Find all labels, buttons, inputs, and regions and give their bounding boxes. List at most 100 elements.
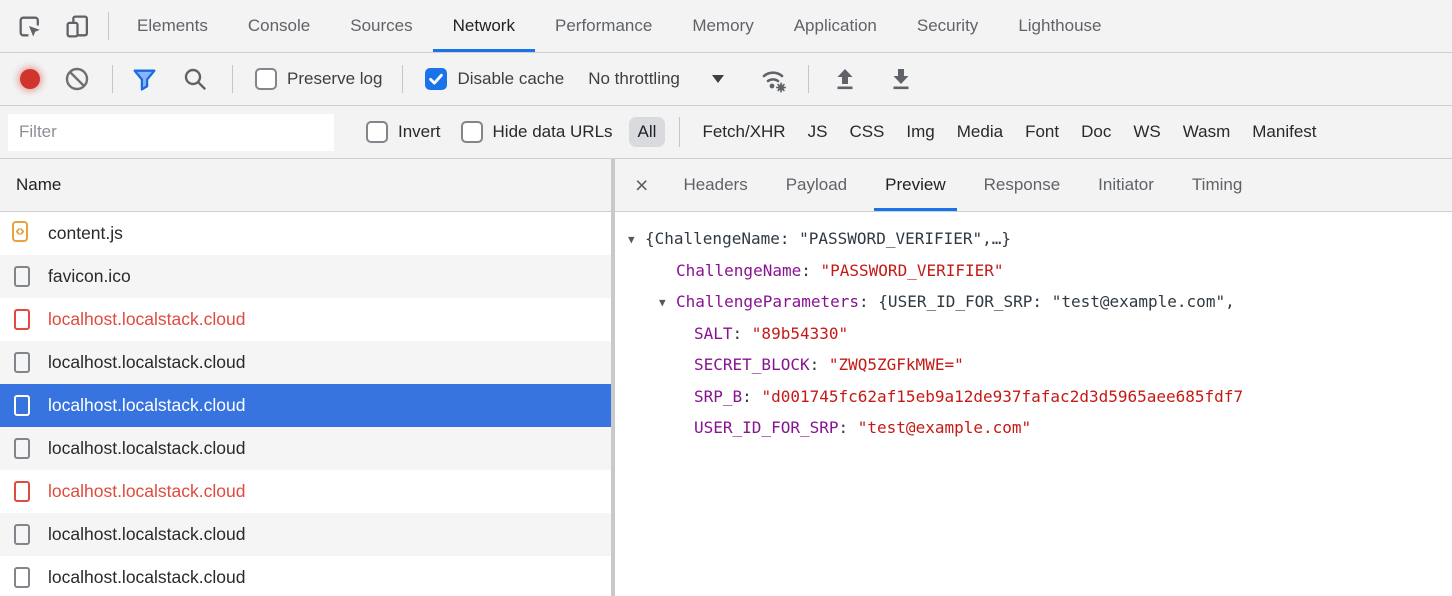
device-toolbar-icon[interactable] xyxy=(60,13,94,40)
network-conditions-icon[interactable] xyxy=(756,64,790,94)
json-tree-line[interactable]: SECRET_BLOCK: "ZWQ5ZGFkMWE=" xyxy=(615,349,1452,381)
detail-tab-initiator[interactable]: Initiator xyxy=(1079,159,1173,211)
expander-triangle-icon[interactable]: ▼ xyxy=(659,287,676,318)
request-rows: content.jsfavicon.icolocalhost.localstac… xyxy=(0,212,611,596)
preview-pane: ▼{ChallengeName: "PASSWORD_VERIFIER",…}C… xyxy=(615,212,1452,596)
json-tree-line[interactable]: ▼ChallengeParameters: {USER_ID_FOR_SRP: … xyxy=(615,286,1452,318)
import-har-icon[interactable] xyxy=(831,65,859,93)
type-filter-css[interactable]: CSS xyxy=(849,122,884,142)
json-token-plain: : xyxy=(742,387,761,406)
detail-tab-headers[interactable]: Headers xyxy=(664,159,766,211)
request-name: localhost.localstack.cloud xyxy=(48,395,245,416)
record-icon[interactable] xyxy=(20,69,40,89)
network-toolbar: Preserve log Disable cache No throttling xyxy=(0,53,1452,106)
main-tabbar-tabs: ElementsConsoleSourcesNetworkPerformance… xyxy=(117,0,1122,52)
tab-lighthouse[interactable]: Lighthouse xyxy=(998,0,1121,52)
json-tree-line[interactable]: ChallengeName: "PASSWORD_VERIFIER" xyxy=(615,255,1452,287)
table-row[interactable]: localhost.localstack.cloud xyxy=(0,341,611,384)
type-filter-doc[interactable]: Doc xyxy=(1081,122,1111,142)
divider xyxy=(112,65,113,93)
type-filter-list: All Fetch/XHR JS CSS Img Media Font Doc WS Wasm Ma… xyxy=(613,117,1452,147)
document-icon xyxy=(14,567,30,588)
disable-cache-label: Disable cache xyxy=(457,69,564,89)
json-token-key: USER_ID_FOR_SRP xyxy=(694,418,839,437)
clear-icon[interactable] xyxy=(64,66,90,92)
detail-tab-timing[interactable]: Timing xyxy=(1173,159,1261,211)
type-filter-media[interactable]: Media xyxy=(957,122,1003,142)
type-filter-js[interactable]: JS xyxy=(808,122,828,142)
preserve-log-checkbox[interactable] xyxy=(255,68,277,90)
table-row[interactable]: localhost.localstack.cloud xyxy=(0,513,611,556)
tab-application[interactable]: Application xyxy=(774,0,897,52)
json-token-key: SRP_B xyxy=(694,387,742,406)
table-row[interactable]: localhost.localstack.cloud xyxy=(0,556,611,596)
table-row[interactable]: localhost.localstack.cloud xyxy=(0,427,611,470)
tab-performance[interactable]: Performance xyxy=(535,0,672,52)
network-content: Name content.jsfavicon.icolocalhost.loca… xyxy=(0,159,1452,596)
request-name: localhost.localstack.cloud xyxy=(48,352,245,373)
filter-input[interactable] xyxy=(8,114,334,151)
document-icon xyxy=(14,266,30,287)
json-token-plain: : xyxy=(733,324,752,343)
tab-security[interactable]: Security xyxy=(897,0,998,52)
json-token-string: "d001745fc62af15eb9a12de937fafac2d3d5965… xyxy=(761,387,1243,406)
json-token-string: "ZWQ5ZGFkMWE=" xyxy=(829,355,964,374)
detail-tabbar: × HeadersPayloadPreviewResponseInitiator… xyxy=(615,159,1452,212)
filter-icon[interactable] xyxy=(131,66,158,93)
invert-label: Invert xyxy=(398,122,441,142)
json-token-plain: : xyxy=(839,418,858,437)
divider xyxy=(808,65,809,93)
table-row[interactable]: content.js xyxy=(0,212,611,255)
export-har-icon[interactable] xyxy=(887,65,915,93)
json-token-key: SALT xyxy=(694,324,733,343)
table-row[interactable]: localhost.localstack.cloud xyxy=(0,384,611,427)
disable-cache-checkbox[interactable] xyxy=(425,68,447,90)
table-row[interactable]: localhost.localstack.cloud xyxy=(0,298,611,341)
json-token-string: "89b54330" xyxy=(752,324,848,343)
inspect-icon[interactable] xyxy=(12,13,46,40)
document-icon xyxy=(14,481,30,502)
type-filter-fetch-xhr[interactable]: Fetch/XHR xyxy=(702,122,785,142)
type-filter-wasm[interactable]: Wasm xyxy=(1183,122,1231,142)
gear-icon xyxy=(776,83,786,93)
tab-memory[interactable]: Memory xyxy=(672,0,773,52)
json-token-plain: : xyxy=(810,355,829,374)
json-tree-line[interactable]: SRP_B: "d001745fc62af15eb9a12de937fafac2… xyxy=(615,381,1452,413)
request-detail-panel: × HeadersPayloadPreviewResponseInitiator… xyxy=(615,159,1452,596)
json-token-string: "test@example.com" xyxy=(858,418,1031,437)
search-icon[interactable] xyxy=(182,66,208,92)
tab-sources[interactable]: Sources xyxy=(330,0,432,52)
chevron-down-icon[interactable] xyxy=(712,75,724,83)
type-filter-manifest[interactable]: Manifest xyxy=(1252,122,1316,142)
tab-elements[interactable]: Elements xyxy=(117,0,228,52)
json-tree-line[interactable]: SALT: "89b54330" xyxy=(615,318,1452,350)
type-filter-img[interactable]: Img xyxy=(906,122,934,142)
json-token-plain: {ChallengeName: "PASSWORD_VERIFIER",…} xyxy=(645,229,1011,248)
tab-network[interactable]: Network xyxy=(433,0,535,52)
json-token-plain: {USER_ID_FOR_SRP: "test@example.com", xyxy=(878,292,1234,311)
detail-tab-response[interactable]: Response xyxy=(965,159,1080,211)
document-icon xyxy=(14,524,30,545)
expander-triangle-icon[interactable]: ▼ xyxy=(628,224,645,255)
script-icon xyxy=(14,223,30,244)
type-filter-ws[interactable]: WS xyxy=(1133,122,1160,142)
throttling-select[interactable]: No throttling xyxy=(588,69,680,89)
json-token-key: ChallengeName xyxy=(676,261,801,280)
type-filter-font[interactable]: Font xyxy=(1025,122,1059,142)
json-token-plain: : xyxy=(859,292,878,311)
table-row[interactable]: localhost.localstack.cloud xyxy=(0,470,611,513)
close-icon[interactable]: × xyxy=(635,174,648,197)
invert-checkbox[interactable] xyxy=(366,121,388,143)
json-tree-line[interactable]: ▼{ChallengeName: "PASSWORD_VERIFIER",…} xyxy=(615,223,1452,255)
request-name: localhost.localstack.cloud xyxy=(48,481,245,502)
divider xyxy=(402,65,403,93)
name-column-header[interactable]: Name xyxy=(0,159,611,212)
table-row[interactable]: favicon.ico xyxy=(0,255,611,298)
document-icon xyxy=(14,438,30,459)
tab-console[interactable]: Console xyxy=(228,0,330,52)
detail-tab-payload[interactable]: Payload xyxy=(767,159,866,211)
detail-tab-preview[interactable]: Preview xyxy=(866,159,964,211)
type-filter-all[interactable]: All xyxy=(629,117,666,147)
json-tree-line[interactable]: USER_ID_FOR_SRP: "test@example.com" xyxy=(615,412,1452,444)
hide-data-urls-checkbox[interactable] xyxy=(461,121,483,143)
